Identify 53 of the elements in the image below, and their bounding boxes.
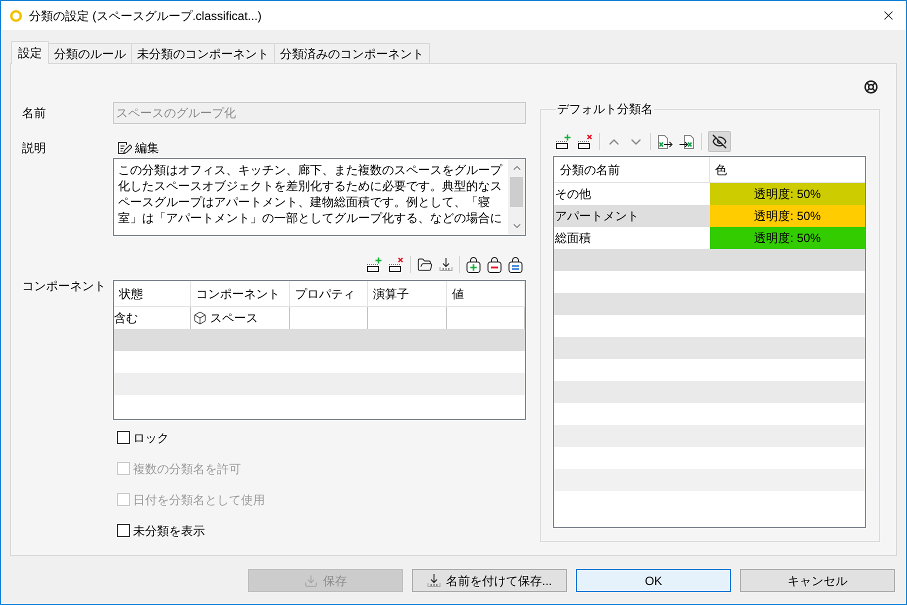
color-cell[interactable]: 透明度: 50%: [710, 183, 865, 205]
field-label: 名前: [22, 105, 47, 122]
column-header[interactable]: 分類の名前: [554, 157, 710, 182]
tab[interactable]: 分類済みのコンポーネント: [274, 43, 430, 63]
save-tray-icon: [426, 573, 441, 588]
ring-icon: [10, 10, 22, 22]
padlock-equals-icon[interactable]: [508, 256, 523, 272]
folder-icon[interactable]: [417, 256, 433, 272]
color-cell[interactable]: 透明度: 50%: [710, 205, 865, 227]
color-cell[interactable]: 透明度: 50%: [710, 227, 865, 249]
checkbox-label[interactable]: ロック: [133, 428, 169, 446]
add-row-icon[interactable]: [366, 256, 382, 272]
checkbox[interactable]: [117, 524, 130, 537]
help-icon[interactable]: [864, 80, 878, 94]
table-cell-text: スペース: [210, 310, 258, 327]
column-header[interactable]: 色: [710, 157, 865, 182]
group-title: デフォルト分類名: [556, 102, 654, 117]
column-header[interactable]: プロパティ: [290, 281, 368, 306]
column-header[interactable]: 値: [447, 281, 525, 306]
column-header[interactable]: コンポーネント: [191, 281, 290, 306]
cube-icon: [193, 311, 207, 325]
table-cell-text: 含む: [114, 310, 138, 327]
table-cell: アパートメント: [554, 205, 710, 227]
edit-button[interactable]: 編集: [117, 140, 159, 156]
spreadsheet-export-icon[interactable]: [657, 134, 673, 150]
delete-row-icon[interactable]: [388, 256, 404, 272]
download-icon[interactable]: [439, 257, 453, 272]
description-text: この分類はオフィス、キッチン、廊下、また複数のスペースをグループ化したスペースオブジェクトを差別化するために必要です。典型的なスペースグループはアパートメント、建物総面積です。例として、「寝室」は「アパートメント」の一部としてグループ化する、などの場合に: [117, 162, 504, 227]
cancel-button[interactable]: キャンセル: [740, 569, 895, 592]
checkbox-label[interactable]: 未分類を表示: [133, 522, 205, 540]
add-row-icon[interactable]: [555, 134, 571, 150]
field-label: 説明: [22, 140, 47, 156]
spreadsheet-import-icon[interactable]: [679, 134, 695, 150]
column-header[interactable]: 演算子: [368, 281, 447, 306]
download-icon: [304, 574, 318, 588]
scrollbar-thumb[interactable]: [510, 177, 523, 207]
tab[interactable]: 分類のルール: [48, 43, 132, 63]
column-header[interactable]: 状態: [114, 281, 191, 306]
eye-off-icon: [712, 134, 727, 149]
field-label: コンポーネント: [22, 278, 107, 293]
tab[interactable]: 未分類のコンポーネント: [131, 43, 275, 63]
edit-icon: [117, 141, 132, 155]
tab[interactable]: 設定: [11, 41, 49, 64]
padlock-plus-icon[interactable]: [466, 256, 481, 272]
scrollbar[interactable]: [508, 159, 525, 235]
padlock-minus-icon[interactable]: [487, 256, 502, 272]
description-field[interactable]: この分類はオフィス、キッチン、廊下、また複数のスペースをグループ化したスペースオブジェクトを差別化するために必要です。典型的なスペースグループはアパートメント、建物総面積です。例として、「寝室」は「アパートメント」の一部としてグループ化する、などの場合に: [113, 158, 526, 236]
save-as-button[interactable]: 名前を付けて保存...: [412, 569, 567, 592]
delete-row-icon[interactable]: [577, 134, 593, 150]
window-title: 分類の設定 (スペースグループ.classificat...): [29, 8, 262, 24]
ok-button[interactable]: OK: [576, 569, 731, 592]
hide-toggle-button[interactable]: [708, 131, 731, 152]
checkbox[interactable]: [117, 431, 130, 444]
